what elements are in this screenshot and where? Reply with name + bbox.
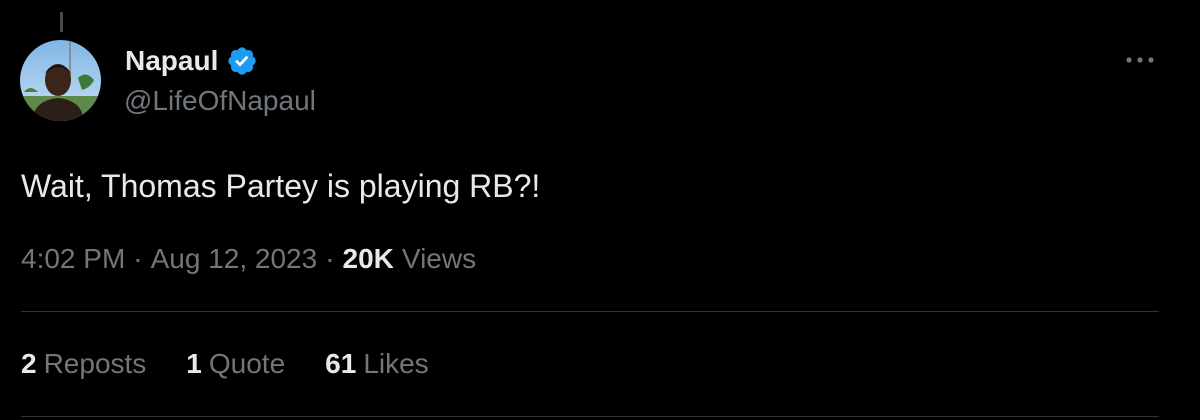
likes-label: Likes xyxy=(363,348,429,379)
quotes-stat[interactable]: 1 Quote xyxy=(186,348,285,380)
tweet-detail: Napaul @LifeOfNapaul Wait, Thomas Partey… xyxy=(0,0,1200,420)
likes-stat[interactable]: 61 Likes xyxy=(325,348,429,380)
thread-connector-line xyxy=(60,12,63,32)
reposts-stat[interactable]: 2 Reposts xyxy=(21,348,146,380)
engagement-stats: 2 Reposts 1 Quote 61 Likes xyxy=(21,346,469,382)
name-row: Napaul xyxy=(125,44,258,78)
profile-photo xyxy=(20,40,101,121)
handle[interactable]: @LifeOfNapaul xyxy=(124,84,316,118)
verified-badge-icon[interactable] xyxy=(226,45,258,77)
likes-count: 61 xyxy=(325,348,357,379)
more-options-icon xyxy=(1126,57,1154,63)
views-count: 20K xyxy=(342,243,394,274)
tweet-time[interactable]: 4:02 PM xyxy=(21,243,125,275)
more-options-button[interactable] xyxy=(1122,48,1158,72)
meta-separator: · xyxy=(325,243,335,274)
tweet-text: Wait, Thomas Partey is playing RB?! xyxy=(21,168,541,204)
divider xyxy=(21,311,1159,312)
avatar[interactable] xyxy=(20,40,101,121)
quotes-count: 1 xyxy=(186,348,202,379)
divider xyxy=(21,416,1159,417)
meta-separator: · xyxy=(133,243,143,274)
tweet-date[interactable]: Aug 12, 2023 xyxy=(151,243,318,275)
display-name[interactable]: Napaul xyxy=(125,44,218,78)
reposts-label: Reposts xyxy=(43,348,147,379)
quotes-label: Quote xyxy=(208,348,286,379)
reposts-count: 2 xyxy=(21,348,37,379)
tweet-meta: 4:02 PM · Aug 12, 2023 · 20K Views xyxy=(21,241,476,277)
views-label: Views xyxy=(401,243,477,274)
